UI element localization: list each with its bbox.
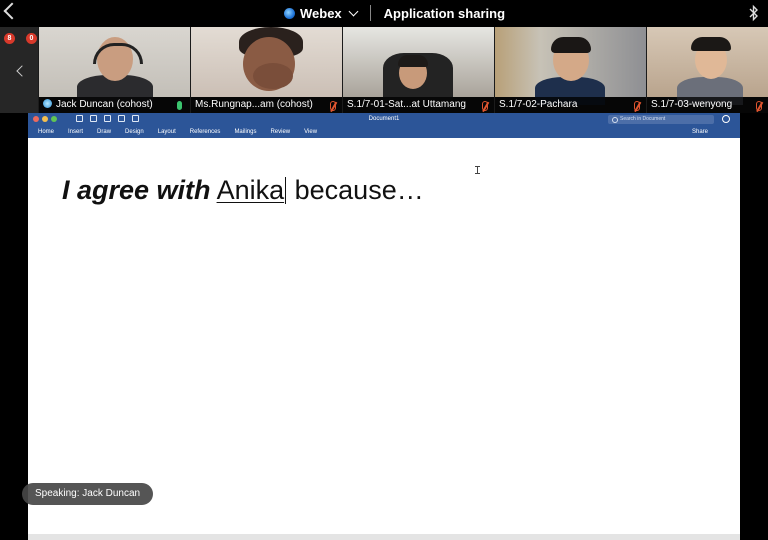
ibeam-cursor-icon xyxy=(475,166,480,174)
document-page[interactable]: I agree with Anika because… xyxy=(28,138,740,534)
mic-muted-icon xyxy=(634,101,640,111)
speaking-indicator: Speaking: Jack Duncan xyxy=(22,483,154,505)
participant-name: S.1/7-02-Pachara xyxy=(499,99,578,110)
participant-tile[interactable]: S.1/7-02-Pachara xyxy=(495,27,646,113)
bluetooth-icon xyxy=(749,4,758,22)
participant-label: S.1/7-03-wenyong xyxy=(647,97,768,113)
chevron-left-icon[interactable] xyxy=(16,65,28,77)
app-switcher[interactable]: Webex Application sharing xyxy=(284,4,505,22)
text-bold-italic: I agree with xyxy=(62,175,211,205)
title-divider xyxy=(369,5,371,21)
strip-controls: 8 0 xyxy=(0,27,38,113)
mic-muted-icon xyxy=(482,101,488,111)
document-text[interactable]: I agree with Anika because… xyxy=(62,175,424,206)
text-rest: because… xyxy=(294,175,424,205)
participant-name: Ms.Rungnap...am (cohost) xyxy=(195,99,313,110)
participant-video xyxy=(191,27,342,97)
ribbon-tabs: Home Insert Draw Design Layout Reference… xyxy=(38,126,331,138)
participant-tile[interactable]: Ms.Rungnap...am (cohost) xyxy=(191,27,342,113)
participant-video xyxy=(39,27,190,105)
cohost-icon xyxy=(43,99,52,108)
word-status-bar xyxy=(28,534,740,540)
tab-references[interactable]: References xyxy=(190,126,221,138)
tab-view[interactable]: View xyxy=(304,126,317,138)
participant-video xyxy=(495,27,646,105)
participant-video xyxy=(343,27,494,103)
mic-muted-icon xyxy=(330,101,336,111)
participant-label: Ms.Rungnap...am (cohost) xyxy=(191,97,342,113)
participant-name: S.1/7-03-wenyong xyxy=(651,99,733,110)
app-name: Webex xyxy=(300,5,342,21)
mic-on-icon xyxy=(177,101,182,110)
participant-label: S.1/7-02-Pachara xyxy=(495,97,646,113)
tab-mailings[interactable]: Mailings xyxy=(234,126,256,138)
search-document-input[interactable]: Search in Document xyxy=(608,115,714,124)
tab-review[interactable]: Review xyxy=(270,126,290,138)
participant-label: S.1/7-01-Sat...at Uttamang xyxy=(343,97,494,113)
mic-muted-icon xyxy=(756,101,762,111)
tab-design[interactable]: Design xyxy=(125,126,144,138)
participant-tile[interactable]: S.1/7-03-wenyong xyxy=(647,27,768,113)
text-underlined: Anika xyxy=(216,175,285,205)
tab-layout[interactable]: Layout xyxy=(158,126,176,138)
participant-tile[interactable]: Jack Duncan (cohost) xyxy=(39,27,190,113)
text-caret xyxy=(285,177,287,204)
notification-badge-icon[interactable]: 8 xyxy=(4,33,15,44)
participant-name: S.1/7-01-Sat...at Uttamang xyxy=(347,99,466,110)
participant-tile[interactable]: S.1/7-01-Sat...at Uttamang xyxy=(343,27,494,113)
participant-video xyxy=(647,27,768,105)
tab-insert[interactable]: Insert xyxy=(68,126,83,138)
tab-home[interactable]: Home xyxy=(38,126,54,138)
chevron-down-icon xyxy=(348,6,359,16)
search-icon xyxy=(612,117,618,123)
tab-draw[interactable]: Draw xyxy=(97,126,111,138)
recording-badge-icon[interactable]: 0 xyxy=(26,33,37,44)
ribbon-tabs-bar: Home Insert Draw Design Layout Reference… xyxy=(28,126,740,138)
back-chevron-icon[interactable] xyxy=(3,2,21,20)
search-placeholder: Search in Document xyxy=(620,116,666,122)
share-button[interactable]: Share xyxy=(692,126,708,138)
participant-name: Jack Duncan (cohost) xyxy=(56,99,153,110)
participant-label: Jack Duncan (cohost) xyxy=(39,97,190,113)
feedback-smiley-icon[interactable] xyxy=(722,115,730,123)
top-bar: Webex Application sharing xyxy=(0,0,768,26)
shared-word-window: Document1 Search in Document Home Insert… xyxy=(28,113,740,540)
word-titlebar: Document1 Search in Document xyxy=(28,113,740,126)
sharing-title: Application sharing xyxy=(383,5,506,21)
webex-logo-icon xyxy=(284,7,295,19)
participant-strip: 8 0 Jack Duncan (cohost) Ms.Rungnap...am… xyxy=(0,27,768,113)
